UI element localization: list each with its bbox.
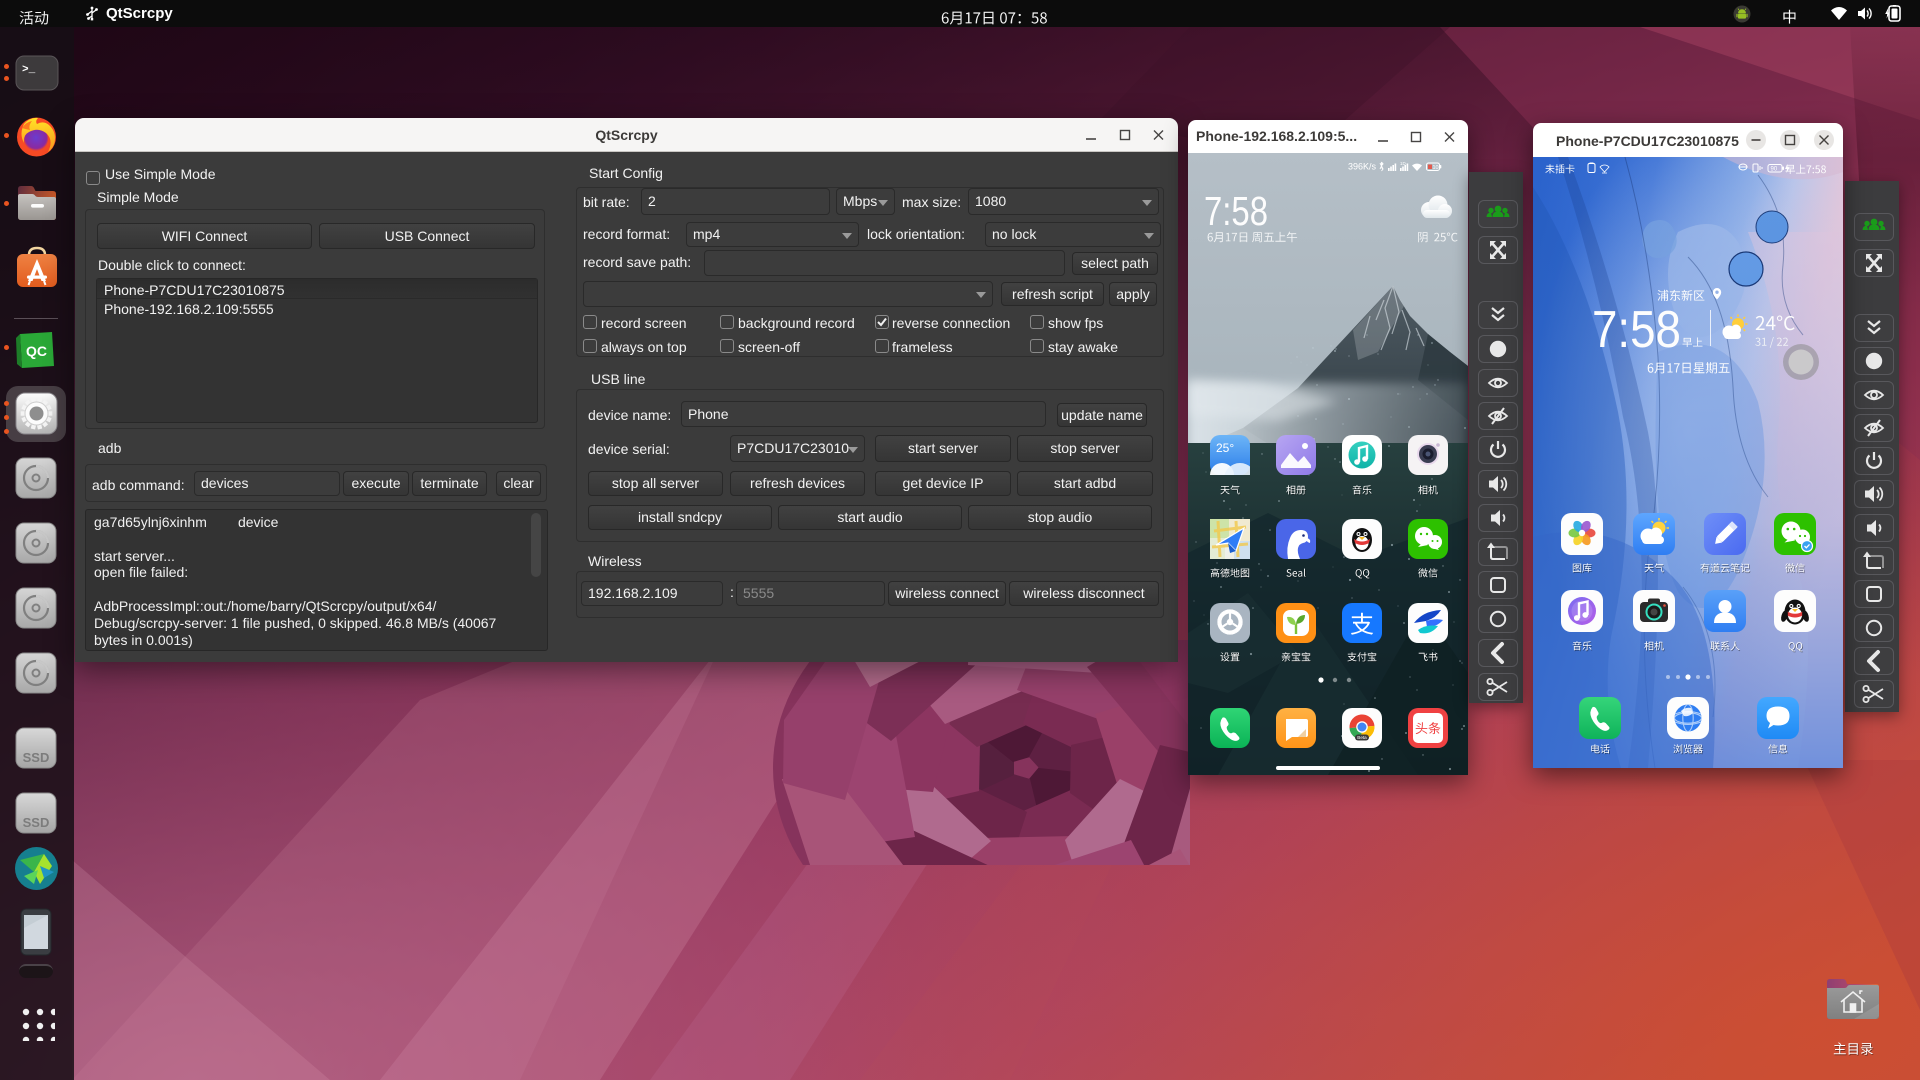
svg-text:396K/s: 396K/s bbox=[1348, 162, 1377, 172]
svg-text:1D: 1D bbox=[1400, 161, 1407, 166]
svg-text:90: 90 bbox=[1771, 167, 1778, 173]
svg-text:QC: QC bbox=[26, 343, 47, 359]
svg-text:Beta: Beta bbox=[1357, 735, 1367, 740]
svg-text:25°: 25° bbox=[1216, 441, 1234, 455]
svg-text:7:58: 7:58 bbox=[1592, 301, 1681, 359]
svg-text:10: 10 bbox=[1433, 165, 1439, 171]
svg-text:SSD: SSD bbox=[23, 750, 50, 765]
svg-text:>_: >_ bbox=[22, 64, 36, 76]
svg-text:SSD: SSD bbox=[23, 815, 50, 830]
